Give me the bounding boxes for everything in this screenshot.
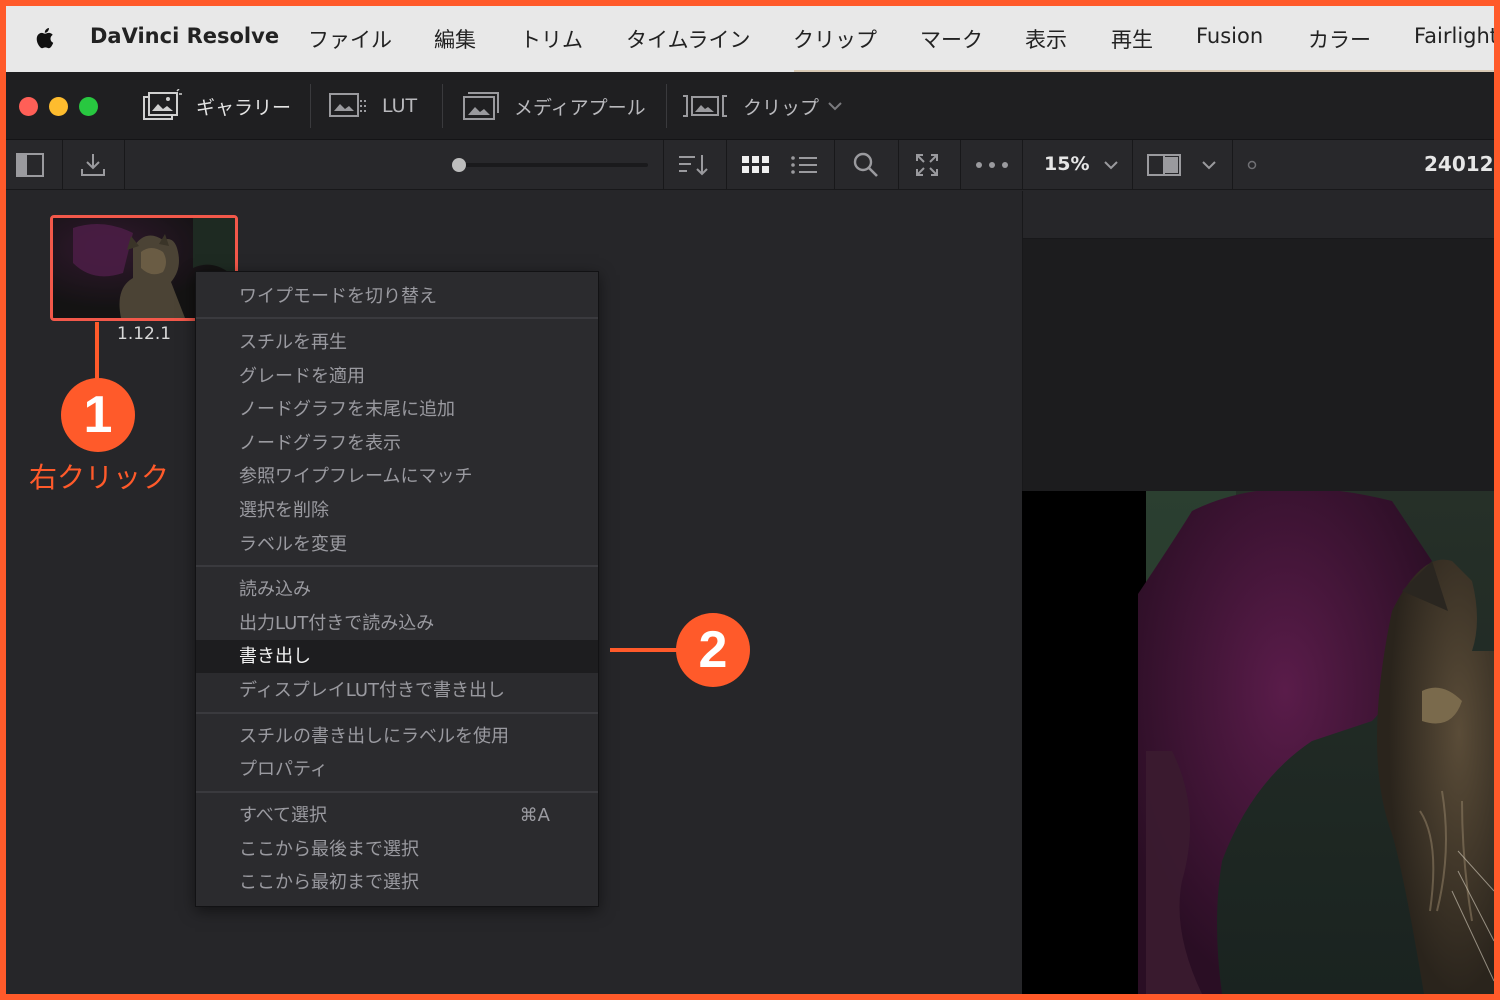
split-screen-icon[interactable] bbox=[1146, 152, 1182, 178]
menu-item-select-all[interactable]: すべて選択 ⌘A bbox=[196, 799, 598, 832]
menu-edit[interactable]: 編集 bbox=[434, 24, 476, 54]
gallery-toolbar: 15% 240127 bbox=[6, 140, 1494, 190]
menu-bar: DaVinci Resolve ファイル 編集 トリム タイムライン クリップ … bbox=[6, 6, 1494, 72]
grid-view-icon[interactable] bbox=[740, 152, 772, 178]
still-label: 1.12.1 bbox=[117, 324, 172, 344]
download-icon[interactable] bbox=[78, 150, 108, 180]
menu-fairlight[interactable]: Fairlight bbox=[1414, 24, 1494, 48]
clips-icon bbox=[683, 95, 727, 117]
viewer-header bbox=[1022, 191, 1494, 239]
chevron-down-icon bbox=[828, 102, 842, 111]
list-view-icon[interactable] bbox=[788, 152, 820, 178]
step1-connector-line bbox=[95, 322, 99, 382]
select-all-shortcut: ⌘A bbox=[519, 805, 550, 826]
context-menu: ワイプモードを切り替え スチルを再生 グレードを適用 ノードグラフを末尾に追加 … bbox=[195, 271, 599, 907]
status-dot-icon bbox=[1246, 159, 1258, 171]
viewer-image[interactable] bbox=[1022, 491, 1494, 994]
clips-button[interactable]: クリップ bbox=[681, 72, 857, 140]
toolbar-divider bbox=[442, 84, 443, 128]
menu-mark[interactable]: マーク bbox=[920, 24, 983, 54]
media-pool-icon bbox=[463, 92, 499, 120]
toolbar-divider bbox=[1232, 140, 1233, 190]
top-toolbar: ギャラリー LUT メディアプール クリップ bbox=[6, 72, 1494, 140]
toolbar-divider bbox=[310, 84, 311, 128]
menu-separator bbox=[196, 791, 598, 793]
menu-item-select-all-label: すべて選択 bbox=[239, 805, 328, 826]
zoom-level[interactable]: 15% bbox=[1044, 153, 1089, 175]
fullscreen-icon[interactable] bbox=[912, 150, 942, 180]
step2-connector-line bbox=[610, 648, 680, 652]
toolbar-divider bbox=[1022, 140, 1023, 190]
toolbar-divider bbox=[960, 140, 961, 190]
sort-icon[interactable] bbox=[676, 150, 712, 180]
gallery-button[interactable]: ギャラリー bbox=[140, 72, 291, 140]
toolbar-divider bbox=[834, 140, 835, 190]
step1-caption: 右クリック bbox=[29, 461, 170, 494]
menu-timeline[interactable]: タイムライン bbox=[626, 24, 751, 54]
minimize-window-button[interactable] bbox=[49, 97, 68, 116]
menu-item-import-with-output-lut[interactable]: 出力LUT付きで読み込み bbox=[196, 607, 598, 640]
menu-separator bbox=[196, 712, 598, 714]
menu-item-delete-selected[interactable]: 選択を削除 bbox=[196, 494, 598, 527]
menu-item-apply-grade[interactable]: グレードを適用 bbox=[196, 360, 598, 393]
menu-separator bbox=[196, 565, 598, 567]
viewer-reference-area bbox=[1022, 239, 1494, 491]
toolbar-divider bbox=[124, 140, 125, 190]
menu-separator bbox=[196, 317, 598, 319]
menu-item-export[interactable]: 書き出し bbox=[196, 640, 598, 673]
clip-name: 240127 bbox=[1424, 152, 1494, 176]
toolbar-divider bbox=[663, 140, 664, 190]
sidebar-toggle-icon[interactable] bbox=[16, 152, 44, 178]
menu-item-display-node-graph[interactable]: ノードグラフを表示 bbox=[196, 427, 598, 460]
thumbnail-size-slider[interactable] bbox=[458, 163, 648, 167]
menu-item-append-node-graph[interactable]: ノードグラフを末尾に追加 bbox=[196, 393, 598, 426]
menu-file[interactable]: ファイル bbox=[308, 24, 392, 54]
zoom-window-button[interactable] bbox=[79, 97, 98, 116]
menu-item-export-with-display-lut[interactable]: ディスプレイLUT付きで書き出し bbox=[196, 674, 598, 707]
clips-label: クリップ bbox=[743, 96, 820, 119]
menu-clip[interactable]: クリップ bbox=[793, 24, 877, 54]
menu-color[interactable]: カラー bbox=[1308, 24, 1371, 54]
toolbar-divider bbox=[726, 140, 727, 190]
menu-item-select-to-end[interactable]: ここから最後まで選択 bbox=[196, 833, 598, 866]
menu-view[interactable]: 表示 bbox=[1025, 24, 1067, 54]
more-options-icon[interactable] bbox=[972, 152, 1012, 178]
menu-fusion[interactable]: Fusion bbox=[1196, 24, 1263, 48]
gallery-label: ギャラリー bbox=[196, 96, 292, 119]
menu-item-use-labels-on-still-export[interactable]: スチルの書き出しにラベルを使用 bbox=[196, 720, 598, 753]
app-window: DaVinci Resolve ファイル 編集 トリム タイムライン クリップ … bbox=[6, 6, 1494, 994]
media-pool-button[interactable]: メディアプール bbox=[462, 72, 646, 140]
menu-item-toggle-wipe-mode[interactable]: ワイプモードを切り替え bbox=[196, 280, 598, 313]
toolbar-divider bbox=[898, 140, 899, 190]
menu-item-change-label[interactable]: ラベルを変更 bbox=[196, 528, 598, 561]
app-name-menu[interactable]: DaVinci Resolve bbox=[90, 24, 279, 48]
cat-photo bbox=[1022, 491, 1494, 994]
toolbar-divider bbox=[1132, 140, 1133, 190]
lut-icon bbox=[329, 93, 366, 117]
slider-knob[interactable] bbox=[452, 158, 466, 172]
step2-badge: 2 bbox=[676, 613, 750, 687]
menu-item-match-reference-wipe[interactable]: 参照ワイプフレームにマッチ bbox=[196, 460, 598, 493]
toolbar-divider bbox=[666, 84, 667, 128]
menu-item-import[interactable]: 読み込み bbox=[196, 573, 598, 606]
apple-icon[interactable] bbox=[30, 23, 60, 53]
menu-item-select-to-start[interactable]: ここから最初まで選択 bbox=[196, 866, 598, 899]
menu-item-properties[interactable]: プロパティ bbox=[196, 753, 598, 786]
lut-button[interactable]: LUT bbox=[328, 72, 417, 140]
gallery-icon bbox=[143, 89, 182, 120]
menu-trim[interactable]: トリム bbox=[520, 24, 583, 54]
toolbar-divider bbox=[62, 140, 63, 190]
menu-playback[interactable]: 再生 bbox=[1111, 24, 1153, 54]
menu-item-play-still[interactable]: スチルを再生 bbox=[196, 326, 598, 359]
search-icon[interactable] bbox=[850, 150, 882, 180]
lut-label: LUT bbox=[382, 95, 418, 117]
close-window-button[interactable] bbox=[19, 97, 38, 116]
chevron-down-icon[interactable] bbox=[1102, 156, 1120, 174]
media-pool-label: メディアプール bbox=[514, 96, 646, 119]
chevron-down-icon[interactable] bbox=[1200, 156, 1218, 174]
step1-badge: 1 bbox=[61, 378, 135, 452]
